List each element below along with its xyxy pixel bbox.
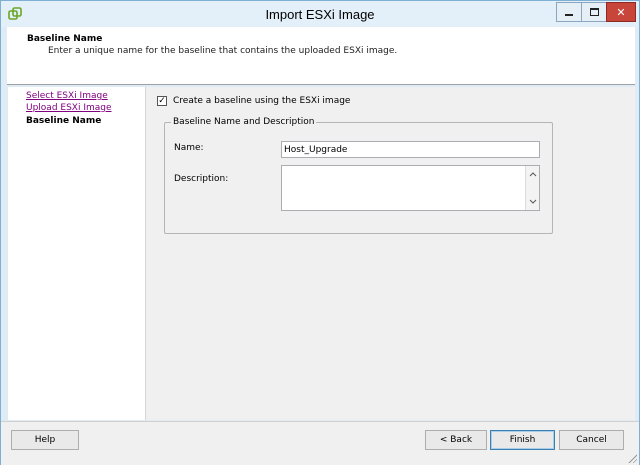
back-button[interactable]: < Back <box>425 430 487 450</box>
wizard-content: ✓ Create a baseline using the ESXi image… <box>146 87 635 420</box>
create-baseline-option[interactable]: ✓ Create a baseline using the ESXi image <box>157 96 350 106</box>
description-scrollbar[interactable] <box>525 166 539 210</box>
finish-button[interactable]: Finish <box>490 430 555 450</box>
window-title: Import ESXi Image <box>265 7 375 22</box>
title-bar[interactable]: Import ESXi Image ✕ <box>1 1 639 27</box>
name-input[interactable] <box>281 141 540 158</box>
wizard-footer: Help < Back Finish Cancel <box>1 421 639 465</box>
minimize-icon <box>565 13 573 16</box>
resize-grip-icon[interactable] <box>627 453 637 463</box>
cancel-button[interactable]: Cancel <box>559 430 624 450</box>
name-label: Name: <box>174 143 204 153</box>
page-description: Enter a unique name for the baseline tha… <box>48 46 398 56</box>
baseline-name-group: Baseline Name and Description Name: Desc… <box>164 117 553 234</box>
maximize-icon <box>589 8 599 16</box>
wizard-step-list: Select ESXi Image Upload ESXi Image Base… <box>8 87 146 420</box>
import-esxi-image-dialog: Import ESXi Image ✕ Baseline Name Enter … <box>0 0 640 465</box>
wizard-header: Baseline Name Enter a unique name for th… <box>7 27 635 85</box>
close-button[interactable]: ✕ <box>606 2 636 22</box>
create-baseline-checkbox[interactable]: ✓ <box>157 96 167 106</box>
step-select-esxi-image[interactable]: Select ESXi Image <box>26 91 108 101</box>
chevron-up-icon[interactable] <box>526 167 539 181</box>
checkmark-icon: ✓ <box>158 96 166 106</box>
step-upload-esxi-image[interactable]: Upload ESXi Image <box>26 103 112 113</box>
close-icon: ✕ <box>616 5 626 19</box>
create-baseline-label: Create a baseline using the ESXi image <box>173 96 351 106</box>
group-title: Baseline Name and Description <box>171 117 317 127</box>
maximize-button[interactable] <box>581 2 607 22</box>
chevron-down-icon[interactable] <box>526 195 539 209</box>
description-textarea[interactable] <box>281 165 540 211</box>
page-title: Baseline Name <box>27 34 103 44</box>
minimize-button[interactable] <box>556 2 582 22</box>
help-button[interactable]: Help <box>11 430 79 450</box>
step-baseline-name: Baseline Name <box>26 116 102 126</box>
description-label: Description: <box>174 174 229 184</box>
